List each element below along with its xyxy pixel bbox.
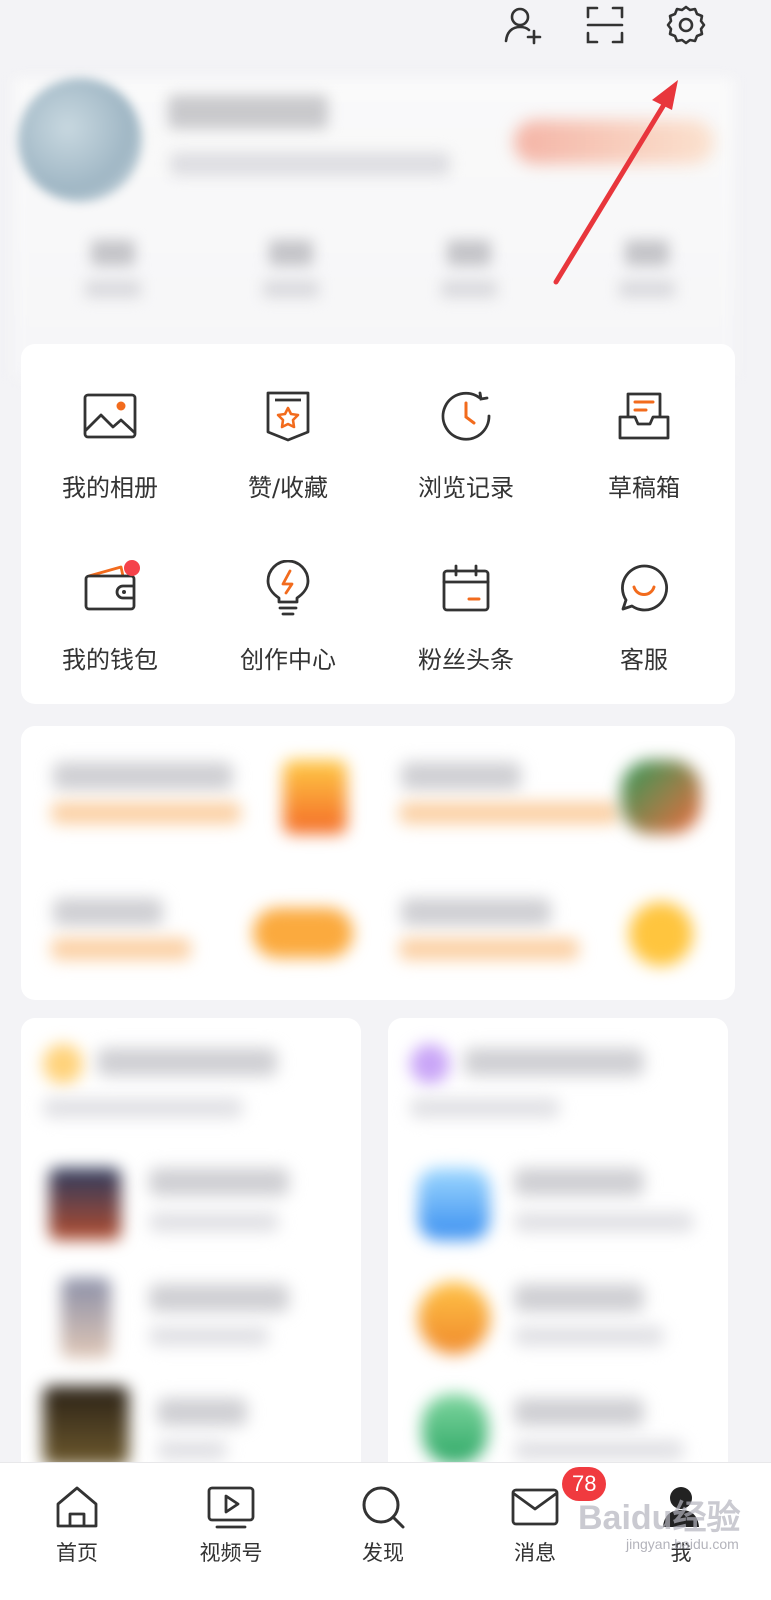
stat-blurred[interactable]: [434, 240, 504, 310]
tab-discover[interactable]: 发现: [328, 1481, 438, 1591]
tab-video[interactable]: 视频号: [176, 1481, 286, 1591]
stat-blurred[interactable]: [78, 240, 148, 310]
recommend-card-left-blurred[interactable]: [21, 1018, 361, 1488]
menu-label: 创作中心: [240, 646, 336, 674]
video-play-icon: [205, 1481, 257, 1533]
profile-badge-blurred[interactable]: [514, 120, 714, 164]
notification-dot: [124, 560, 140, 576]
history-clock-icon: [436, 386, 496, 446]
menu-item-customer-service[interactable]: 客服: [555, 544, 733, 684]
baidu-watermark-url: jingyan.baidu.com: [626, 1536, 739, 1552]
recommend-card-right-blurred[interactable]: [388, 1018, 728, 1488]
promo-card-blurred[interactable]: [21, 726, 735, 1000]
menu-label: 浏览记录: [418, 474, 514, 502]
mail-icon: [509, 1481, 561, 1533]
add-friend-icon[interactable]: [500, 2, 546, 48]
profile-name-blurred: [168, 95, 328, 129]
menu-label: 赞/收藏: [247, 474, 329, 502]
stat-blurred[interactable]: [612, 240, 682, 310]
stat-blurred[interactable]: [256, 240, 326, 310]
tab-label: 视频号: [199, 1541, 263, 1565]
menu-label: 我的相册: [62, 474, 158, 502]
menu-item-creator-center[interactable]: 创作中心: [199, 544, 377, 684]
menu-item-wallet[interactable]: 我的钱包: [21, 544, 199, 684]
menu-item-likes-favorites[interactable]: 赞/收藏: [199, 372, 377, 512]
menu-label: 客服: [620, 646, 668, 674]
menu-item-photo-album[interactable]: 我的相册: [21, 372, 199, 512]
profile-info-blurred: [170, 152, 450, 176]
settings-gear-icon[interactable]: [663, 2, 709, 48]
draft-tray-icon: [614, 386, 674, 446]
bookmark-star-icon: [258, 386, 318, 446]
baidu-watermark: Baidu经验: [578, 1499, 741, 1537]
home-icon: [51, 1481, 103, 1533]
avatar[interactable]: [18, 78, 142, 202]
menu-item-fan-headlines[interactable]: 粉丝头条: [377, 544, 555, 684]
menu-item-history[interactable]: 浏览记录: [377, 372, 555, 512]
tab-label: 首页: [56, 1541, 98, 1565]
menu-item-drafts[interactable]: 草稿箱: [555, 372, 733, 512]
menu-label: 粉丝头条: [418, 646, 514, 674]
menu-label: 我的钱包: [62, 646, 158, 674]
tab-label: 发现: [362, 1541, 404, 1565]
top-bar: [0, 0, 771, 60]
tab-label: 消息: [514, 1541, 556, 1565]
photo-album-icon: [80, 386, 140, 446]
menu-grid-card: 我的相册 赞/收藏 浏览记录 草稿箱 我的钱包 创作中心 粉丝头条 客服: [21, 344, 735, 704]
chat-smile-icon: [614, 558, 674, 618]
menu-label: 草稿箱: [608, 474, 680, 502]
scan-icon[interactable]: [582, 2, 628, 48]
wallet-icon: [80, 558, 140, 618]
tab-home[interactable]: 首页: [22, 1481, 132, 1591]
search-icon: [357, 1481, 409, 1533]
calendar-icon: [436, 558, 496, 618]
lightbulb-icon: [258, 558, 318, 618]
